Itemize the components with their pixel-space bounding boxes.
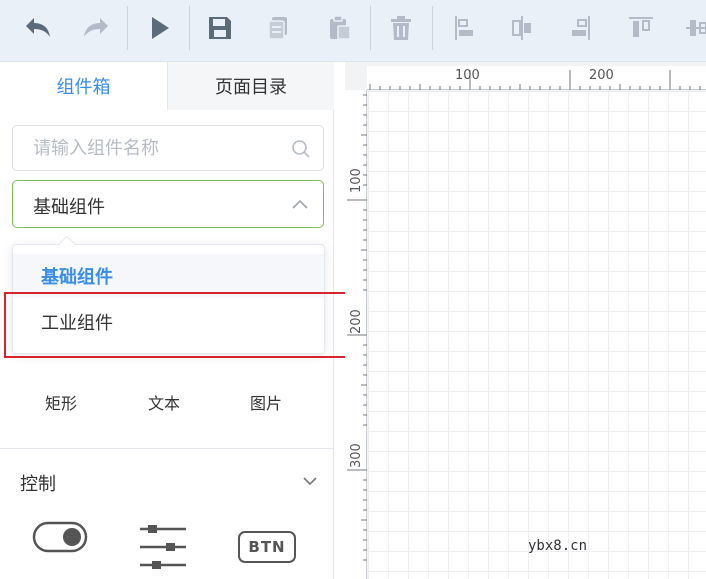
align-right-button[interactable] [558,8,602,48]
ruler-label: 100 [455,68,480,83]
canvas-grid[interactable] [368,91,706,579]
component-search [12,125,324,171]
align-left-button[interactable] [443,8,487,48]
ruler-label: 200 [349,309,364,334]
paste-button[interactable] [318,8,362,48]
align-top-icon [629,17,653,37]
undo-icon [26,18,50,37]
ruler-label: 300 [349,443,364,468]
align-middle-button[interactable] [676,8,706,48]
toolbar-separator [127,6,128,50]
control-section-title[interactable]: 控制 [20,470,56,496]
toggle-switch-icon[interactable] [32,520,88,554]
component-image[interactable]: 图片 [226,390,306,414]
copy-icon [268,17,287,40]
chevron-up-icon [292,199,308,209]
play-icon [152,17,169,39]
align-middle-icon [686,20,706,36]
align-right-icon [572,16,590,40]
ruler-label: 100 [349,168,364,193]
slider-icon[interactable] [138,524,188,570]
button-component-icon[interactable]: BTN [238,531,296,563]
ruler-vertical: 100 200 300 [345,90,367,579]
toolbar-separator [370,6,371,50]
paste-icon [330,15,351,40]
save-icon [209,17,231,39]
tab-component-box[interactable]: 组件箱 [0,62,167,110]
run-button[interactable] [138,8,182,48]
align-top-button[interactable] [619,8,663,48]
section-divider [0,448,334,449]
watermark: ybx8.cn [528,538,588,554]
save-button[interactable] [198,8,242,48]
component-rectangle[interactable]: 矩形 [21,390,101,414]
align-center-button[interactable] [500,8,544,48]
ruler-label: 200 [589,68,614,83]
toolbar-separator [432,6,433,50]
search-input[interactable] [13,126,283,170]
component-text[interactable]: 文本 [124,390,204,414]
tab-page-directory[interactable]: 页面目录 [167,62,334,110]
ruler-ticks-horizontal [369,70,701,90]
toolbar [0,0,706,62]
ruler-horizontal: 100 200 [367,66,706,90]
align-center-icon [512,16,531,40]
search-icon[interactable] [291,139,311,159]
panel-tabs: 组件箱 页面目录 [0,62,334,110]
toolbar-separator [189,6,190,50]
undo-button[interactable] [16,8,60,48]
redo-button[interactable] [74,8,118,48]
highlight-box [4,292,357,358]
ruler-ticks-vertical [347,94,367,561]
delete-button[interactable] [379,8,423,48]
chevron-down-icon[interactable] [302,476,318,486]
category-select-value: 基础组件 [33,197,105,218]
redo-icon [84,18,108,37]
copy-button[interactable] [256,8,300,48]
category-select[interactable]: 基础组件 [12,180,324,228]
delete-icon [391,16,411,40]
align-left-icon [455,16,473,40]
